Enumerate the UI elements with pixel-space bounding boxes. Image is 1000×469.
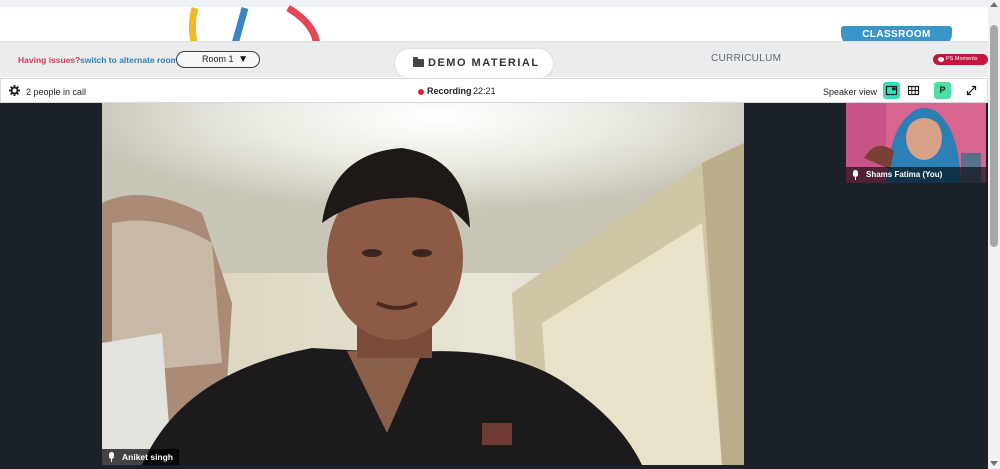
having-issues-label: Having issues? [18, 55, 81, 65]
grid-view-button[interactable] [905, 82, 922, 99]
page-scrollbar-thumb[interactable] [990, 25, 998, 247]
tab-curriculum[interactable]: CURRICULUM [711, 53, 781, 64]
folder-icon [413, 57, 424, 67]
mic-icon [853, 170, 858, 180]
recording-time: 22:21 [473, 86, 496, 96]
gear-icon[interactable] [9, 85, 20, 96]
view-mode-label: Speaker view [823, 87, 878, 97]
ps-moments-button[interactable]: PS Moments [933, 54, 988, 65]
main-participant-video: Aniket singh [102, 103, 744, 465]
mic-icon [109, 452, 114, 462]
main-participant-name: Aniket singh [122, 452, 174, 462]
expand-icon [966, 85, 977, 96]
participant-badge[interactable]: P [934, 82, 951, 99]
room-select-value: Room 1 [202, 54, 234, 64]
moments-icon [938, 57, 944, 62]
room-toolbar: Having issues? switch to alternate room … [0, 41, 988, 78]
scroll-down-arrow-icon[interactable] [990, 461, 998, 466]
self-participant-nametag: Shams Fatima (You) [846, 167, 986, 183]
room-select[interactable]: Room 1 ▼ [176, 51, 260, 68]
call-header: 2 people in call Recording 22:21 Speaker… [0, 78, 988, 103]
recording-dot-icon [418, 89, 424, 95]
caret-down-icon: ▼ [238, 54, 248, 65]
video-call-area: Aniket singh Shams Fatima (You) [0, 103, 988, 469]
speaker-view-button[interactable] [883, 82, 900, 99]
grid-view-icon [907, 85, 920, 96]
speaker-view-icon [885, 85, 898, 96]
people-count: 2 people in call [26, 87, 87, 97]
ps-moments-label: PS Moments [946, 56, 978, 62]
self-participant-name: Shams Fatima (You) [866, 170, 943, 179]
self-video-tile: Shams Fatima (You) [846, 103, 986, 183]
fullscreen-button[interactable] [963, 82, 980, 99]
main-video-frame [102, 103, 744, 465]
top-banner [0, 0, 988, 64]
demo-material-label: DEMO MATERIAL [428, 57, 540, 69]
scroll-up-arrow-icon[interactable] [990, 2, 998, 7]
demo-material-button[interactable]: DEMO MATERIAL [395, 49, 553, 78]
browser-top-edge [0, 0, 988, 7]
recording-label: Recording [427, 86, 472, 96]
classroom-page: CLASSROOM Having issues? switch to alter… [0, 0, 1000, 469]
alternate-room-link[interactable]: switch to alternate room [80, 55, 178, 65]
main-participant-nametag: Aniket singh [102, 449, 180, 465]
